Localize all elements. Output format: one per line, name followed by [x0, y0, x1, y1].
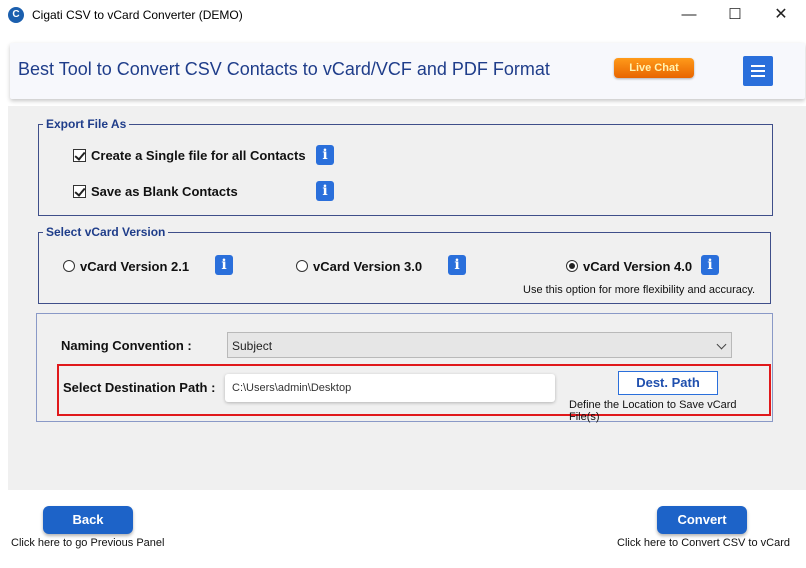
destination-path-hint: Define the Location to Save vCard File(s… — [569, 399, 737, 423]
header: Best Tool to Convert CSV Contacts to vCa… — [0, 32, 806, 104]
version-21-option[interactable]: vCard Version 2.1 — [63, 257, 189, 275]
info-icon[interactable]: i — [316, 145, 334, 165]
app-logo-icon: C — [8, 7, 24, 23]
hamburger-icon — [751, 70, 765, 72]
destination-path-label: Select Destination Path : — [63, 380, 216, 395]
hamburger-menu-button[interactable] — [743, 56, 773, 86]
destination-path-section: Select Destination Path : Dest. Path Def… — [57, 364, 771, 423]
single-file-checkbox[interactable] — [73, 148, 86, 162]
blank-contacts-label: Save as Blank Contacts — [91, 183, 238, 199]
dest-path-button[interactable]: Dest. Path — [618, 371, 718, 395]
naming-convention-value: Subject — [232, 339, 273, 353]
version-21-label: vCard Version 2.1 — [80, 258, 190, 274]
naming-convention-select[interactable]: Subject — [227, 332, 732, 358]
single-file-option[interactable]: Create a Single file for all Contacts — [73, 146, 306, 164]
export-file-group: Export File As Create a Single file for … — [38, 117, 773, 216]
version-40-radio[interactable] — [566, 260, 578, 272]
main-panel: Export File As Create a Single file for … — [8, 106, 806, 490]
info-icon[interactable]: i — [215, 255, 233, 275]
back-button[interactable]: Back — [43, 506, 133, 534]
window-title: Cigati CSV to vCard Converter (DEMO) — [32, 8, 243, 22]
output-options-group: Naming Convention : Subject Select Desti… — [36, 313, 773, 423]
version-30-radio[interactable] — [296, 260, 308, 272]
header-card: Best Tool to Convert CSV Contacts to vCa… — [10, 43, 805, 99]
maximize-button[interactable]: ☐ — [712, 0, 758, 30]
version-hint: Use this option for more flexibility and… — [523, 284, 756, 296]
hamburger-icon — [751, 75, 765, 77]
convert-hint: Click here to Convert CSV to vCard — [617, 537, 791, 549]
export-file-legend: Export File As — [43, 117, 130, 131]
blank-contacts-option[interactable]: Save as Blank Contacts — [73, 182, 238, 200]
destination-path-input[interactable] — [225, 374, 555, 402]
minimize-button[interactable]: — — [666, 0, 712, 30]
footer: Back Click here to go Previous Panel Con… — [0, 490, 806, 568]
naming-convention-label: Naming Convention : — [61, 338, 192, 353]
page-title: Best Tool to Convert CSV Contacts to vCa… — [18, 59, 550, 79]
close-button[interactable]: ✕ — [758, 0, 804, 30]
version-40-option[interactable]: vCard Version 4.0 — [566, 257, 692, 275]
version-30-option[interactable]: vCard Version 3.0 — [296, 257, 422, 275]
vcard-version-group: Select vCard Version vCard Version 2.1 i… — [38, 225, 771, 304]
info-icon[interactable]: i — [316, 181, 334, 201]
version-21-radio[interactable] — [63, 260, 75, 272]
info-icon[interactable]: i — [701, 255, 719, 275]
live-chat-button[interactable]: Live Chat — [614, 58, 694, 78]
convert-button[interactable]: Convert — [657, 506, 747, 534]
version-40-label: vCard Version 4.0 — [583, 258, 693, 274]
back-hint: Click here to go Previous Panel — [11, 537, 165, 549]
title-bar: C Cigati CSV to vCard Converter (DEMO) —… — [0, 0, 806, 32]
version-30-label: vCard Version 3.0 — [313, 258, 423, 274]
vcard-version-legend: Select vCard Version — [43, 225, 169, 239]
blank-contacts-checkbox[interactable] — [73, 184, 86, 198]
chevron-down-icon — [716, 339, 727, 350]
single-file-label: Create a Single file for all Contacts — [91, 147, 306, 163]
hamburger-icon — [751, 65, 765, 67]
info-icon[interactable]: i — [448, 255, 466, 275]
